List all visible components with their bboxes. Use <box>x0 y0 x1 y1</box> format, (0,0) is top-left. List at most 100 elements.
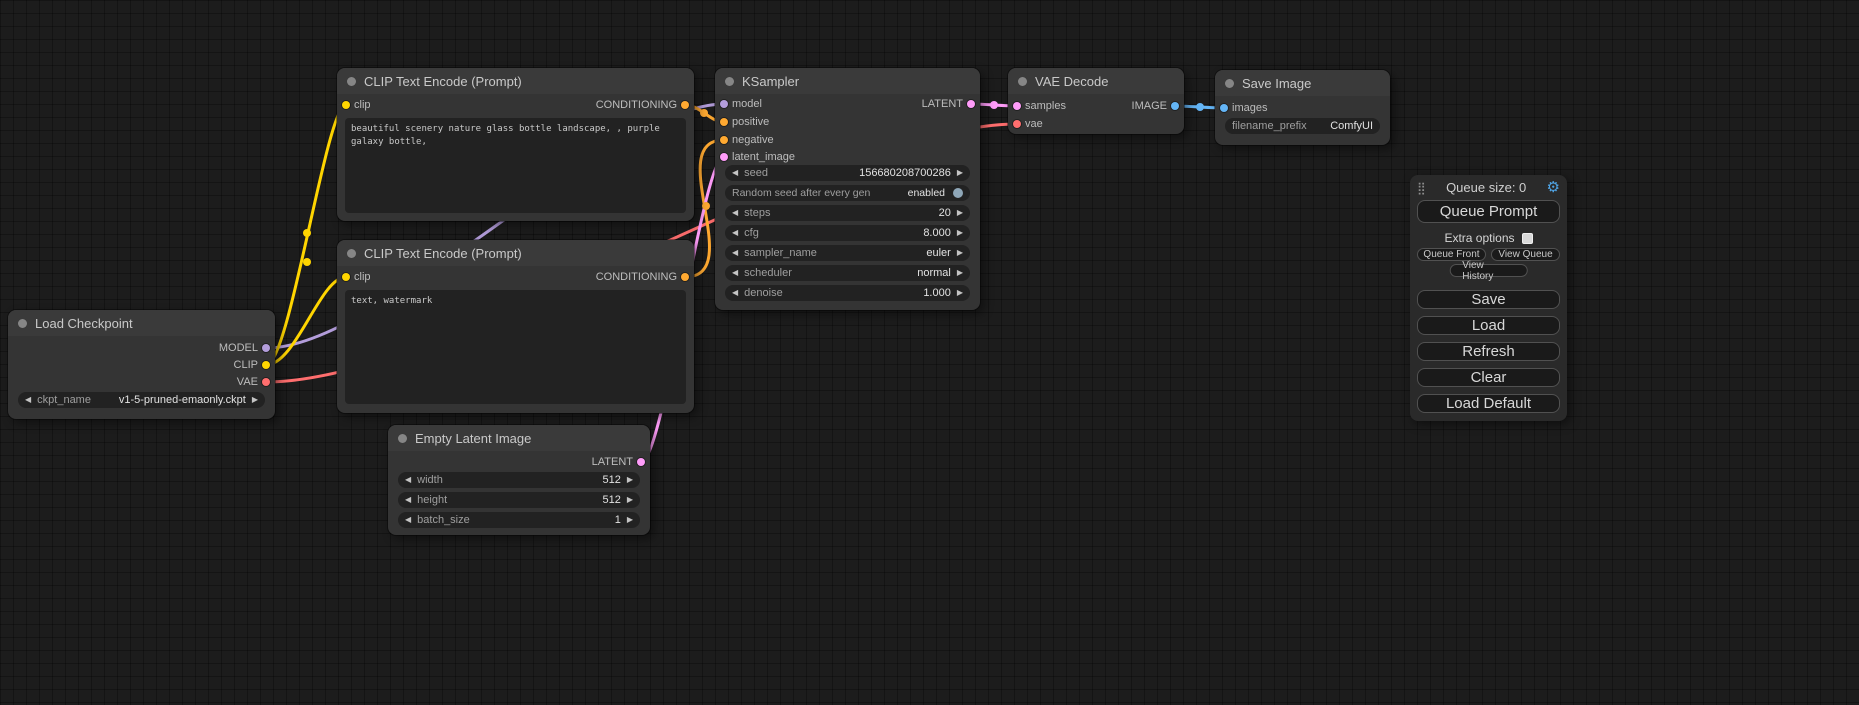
input-dot-samples[interactable] <box>1013 102 1021 110</box>
widget-height[interactable]: ◀ height 512 ▶ <box>398 492 640 508</box>
next-arrow-icon[interactable]: ▶ <box>957 269 963 277</box>
node-clip-text-encode-negative[interactable]: CLIP Text Encode (Prompt) clip CONDITION… <box>337 240 694 413</box>
widget-value: ComfyUI <box>1330 120 1373 132</box>
node-clip-text-encode-positive[interactable]: CLIP Text Encode (Prompt) clip CONDITION… <box>337 68 694 221</box>
next-arrow-icon[interactable]: ▶ <box>957 289 963 297</box>
node-empty-latent-image[interactable]: Empty Latent Image LATENT ◀ width 512 ▶ … <box>388 425 650 535</box>
load-button[interactable]: Load <box>1417 316 1560 335</box>
node-title: Load Checkpoint <box>35 316 133 331</box>
widget-batch-size[interactable]: ◀ batch_size 1 ▶ <box>398 512 640 528</box>
next-arrow-icon[interactable]: ▶ <box>627 496 633 504</box>
prev-arrow-icon[interactable]: ◀ <box>405 496 411 504</box>
extra-options-label: Extra options <box>1444 231 1514 245</box>
prev-arrow-icon[interactable]: ◀ <box>405 516 411 524</box>
node-title-bar[interactable]: KSampler <box>715 68 980 94</box>
node-title-bar[interactable]: Empty Latent Image <box>388 425 650 451</box>
widget-label: cfg <box>744 227 759 239</box>
widget-seed[interactable]: ◀ seed 156680208700286 ▶ <box>725 165 970 181</box>
output-dot-latent[interactable] <box>637 458 645 466</box>
node-graph-canvas[interactable]: Load Checkpoint MODEL CLIP VAE ◀ ckpt_na… <box>0 0 1859 705</box>
input-dot-model[interactable] <box>720 100 728 108</box>
node-title-bar[interactable]: CLIP Text Encode (Prompt) <box>337 240 694 266</box>
output-dot-latent[interactable] <box>967 100 975 108</box>
widget-scheduler[interactable]: ◀ scheduler normal ▶ <box>725 265 970 281</box>
node-save-image[interactable]: Save Image images filename_prefix ComfyU… <box>1215 70 1390 145</box>
prev-arrow-icon[interactable]: ◀ <box>732 269 738 277</box>
output-dot-model[interactable] <box>262 344 270 352</box>
prev-arrow-icon[interactable]: ◀ <box>405 476 411 484</box>
slot-label: CLIP <box>234 359 258 371</box>
widget-filename-prefix[interactable]: filename_prefix ComfyUI <box>1225 118 1380 134</box>
prev-arrow-icon[interactable]: ◀ <box>25 396 31 404</box>
widget-random-seed-toggle[interactable]: Random seed after every gen enabled <box>725 185 970 201</box>
node-collapse-dot[interactable] <box>18 319 27 328</box>
input-dot-clip[interactable] <box>342 273 350 281</box>
node-title-bar[interactable]: Load Checkpoint <box>8 310 275 336</box>
input-dot-negative[interactable] <box>720 136 728 144</box>
widget-value: euler <box>926 247 950 259</box>
next-arrow-icon[interactable]: ▶ <box>627 516 633 524</box>
extra-options-checkbox[interactable] <box>1522 233 1533 244</box>
prev-arrow-icon[interactable]: ◀ <box>732 289 738 297</box>
next-arrow-icon[interactable]: ▶ <box>957 249 963 257</box>
node-vae-decode[interactable]: VAE Decode samples vae IMAGE <box>1008 68 1184 134</box>
widget-value: 20 <box>939 207 951 219</box>
input-dot-vae[interactable] <box>1013 120 1021 128</box>
slot-label: VAE <box>237 376 258 388</box>
slot-label: model <box>732 98 762 110</box>
node-collapse-dot[interactable] <box>398 434 407 443</box>
prompt-textarea[interactable]: beautiful scenery nature glass bottle la… <box>345 118 686 213</box>
refresh-button[interactable]: Refresh <box>1417 342 1560 361</box>
next-arrow-icon[interactable]: ▶ <box>957 209 963 217</box>
input-slot-clip: clip <box>337 269 371 285</box>
output-dot-vae[interactable] <box>262 378 270 386</box>
queue-prompt-button[interactable]: Queue Prompt <box>1417 200 1560 223</box>
settings-gear-icon[interactable]: ⚙ <box>1547 180 1560 195</box>
widget-cfg[interactable]: ◀ cfg 8.000 ▶ <box>725 225 970 241</box>
prev-arrow-icon[interactable]: ◀ <box>732 249 738 257</box>
save-button[interactable]: Save <box>1417 290 1560 309</box>
input-dot-clip[interactable] <box>342 101 350 109</box>
node-collapse-dot[interactable] <box>347 77 356 86</box>
node-title-bar[interactable]: Save Image <box>1215 70 1390 96</box>
widget-ckpt-name[interactable]: ◀ ckpt_name v1-5-pruned-emaonly.ckpt ▶ <box>18 392 265 408</box>
node-collapse-dot[interactable] <box>1018 77 1027 86</box>
next-arrow-icon[interactable]: ▶ <box>627 476 633 484</box>
output-slot-image: IMAGE <box>1132 98 1184 114</box>
output-dot-conditioning[interactable] <box>681 101 689 109</box>
node-title-bar[interactable]: VAE Decode <box>1008 68 1184 94</box>
clear-button[interactable]: Clear <box>1417 368 1560 387</box>
node-collapse-dot[interactable] <box>1225 79 1234 88</box>
node-load-checkpoint[interactable]: Load Checkpoint MODEL CLIP VAE ◀ ckpt_na… <box>8 310 275 419</box>
drag-handle-icon[interactable]: ⣿ <box>1417 182 1426 194</box>
toggle-knob-icon[interactable] <box>953 188 963 198</box>
widget-label: height <box>417 494 447 506</box>
next-arrow-icon[interactable]: ▶ <box>252 396 258 404</box>
input-dot-latent-image[interactable] <box>720 153 728 161</box>
slot-label: images <box>1232 102 1267 114</box>
prev-arrow-icon[interactable]: ◀ <box>732 209 738 217</box>
view-history-button[interactable]: View History <box>1449 264 1528 277</box>
input-dot-positive[interactable] <box>720 118 728 126</box>
widget-denoise[interactable]: ◀ denoise 1.000 ▶ <box>725 285 970 301</box>
prev-arrow-icon[interactable]: ◀ <box>732 229 738 237</box>
input-dot-images[interactable] <box>1220 104 1228 112</box>
load-default-button[interactable]: Load Default <box>1417 394 1560 413</box>
widget-value: 8.000 <box>923 227 951 239</box>
node-title-bar[interactable]: CLIP Text Encode (Prompt) <box>337 68 694 94</box>
next-arrow-icon[interactable]: ▶ <box>957 229 963 237</box>
next-arrow-icon[interactable]: ▶ <box>957 169 963 177</box>
node-collapse-dot[interactable] <box>725 77 734 86</box>
widget-label: Random seed after every gen <box>732 187 870 199</box>
prompt-textarea[interactable]: text, watermark <box>345 290 686 404</box>
output-dot-conditioning[interactable] <box>681 273 689 281</box>
widget-steps[interactable]: ◀ steps 20 ▶ <box>725 205 970 221</box>
node-ksampler[interactable]: KSampler model positive negative latent_… <box>715 68 980 310</box>
output-dot-clip[interactable] <box>262 361 270 369</box>
widget-sampler-name[interactable]: ◀ sampler_name euler ▶ <box>725 245 970 261</box>
link-dot <box>702 202 710 210</box>
node-collapse-dot[interactable] <box>347 249 356 258</box>
prev-arrow-icon[interactable]: ◀ <box>732 169 738 177</box>
output-dot-image[interactable] <box>1171 102 1179 110</box>
widget-width[interactable]: ◀ width 512 ▶ <box>398 472 640 488</box>
